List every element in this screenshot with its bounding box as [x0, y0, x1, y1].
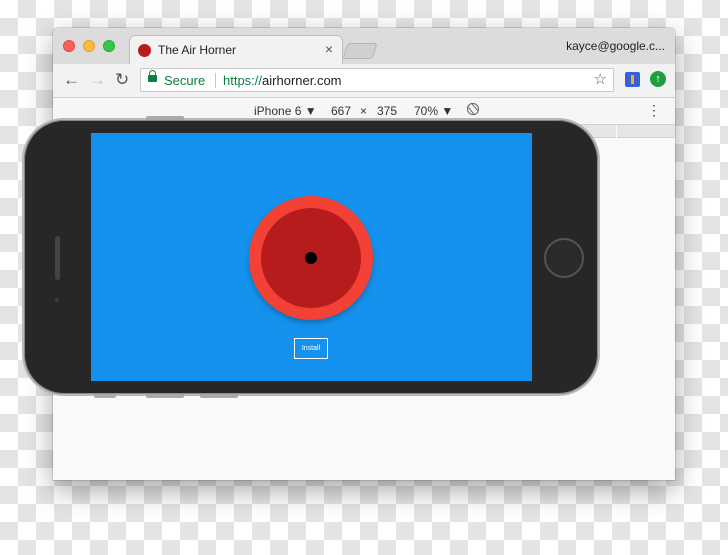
air-horn-center-dot	[305, 252, 317, 264]
reload-icon[interactable]: ↻	[115, 68, 129, 92]
phone-camera	[55, 298, 59, 302]
omnibox-divider	[215, 73, 216, 88]
new-tab-button[interactable]	[342, 43, 378, 59]
phone-home-button	[544, 238, 584, 278]
phone-bottom-button	[146, 394, 184, 398]
browser-toolbar: ← → ↻ Secure https://airhorner.com ☆ ↑	[53, 64, 675, 98]
phone-bottom-button	[94, 394, 116, 398]
tab-air-horner[interactable]: The Air Horner ×	[129, 35, 343, 64]
profile-label[interactable]: kayce@google.c...	[566, 39, 665, 53]
maximize-window-button[interactable]	[103, 40, 115, 52]
air-horn-inner	[261, 208, 361, 308]
phone-speaker	[55, 236, 60, 280]
update-icon[interactable]: ↑	[650, 71, 666, 87]
forward-arrow-icon[interactable]: →	[89, 68, 106, 92]
secure-label: Secure	[164, 73, 206, 88]
address-bar[interactable]: Secure https://airhorner.com ☆	[140, 68, 614, 92]
minimize-window-button[interactable]	[83, 40, 95, 52]
install-button[interactable]: Install	[294, 338, 328, 359]
zoom-select[interactable]: 70% ▼	[414, 104, 453, 118]
phone-top-button	[146, 116, 184, 120]
tab-close-icon[interactable]: ×	[325, 41, 333, 57]
air-horn-button[interactable]	[249, 196, 373, 320]
url-host: airhorner.com	[262, 73, 342, 88]
back-arrow-icon[interactable]: ←	[63, 68, 80, 92]
extension-icon[interactable]	[625, 72, 640, 87]
lock-icon	[148, 70, 157, 82]
close-window-button[interactable]	[63, 40, 75, 52]
url-text[interactable]: https://airhorner.com	[223, 73, 342, 88]
tab-title: The Air Horner	[158, 43, 237, 57]
viewport-height[interactable]: 375	[377, 104, 397, 118]
dimension-separator: ×	[360, 104, 368, 118]
phone-bottom-button	[200, 394, 238, 398]
device-select[interactable]: iPhone 6 ▼	[254, 104, 317, 118]
rotate-icon[interactable]	[467, 103, 479, 115]
url-scheme: https://	[223, 73, 263, 88]
viewport-width[interactable]: 667	[331, 104, 351, 118]
app-screen: Install	[91, 133, 532, 381]
title-bar: The Air Horner × kayce@google.c...	[53, 28, 675, 64]
bookmark-star-icon[interactable]: ☆	[594, 70, 607, 88]
air-horner-favicon-icon	[138, 44, 151, 57]
more-options-icon[interactable]: ⋮	[647, 101, 661, 119]
